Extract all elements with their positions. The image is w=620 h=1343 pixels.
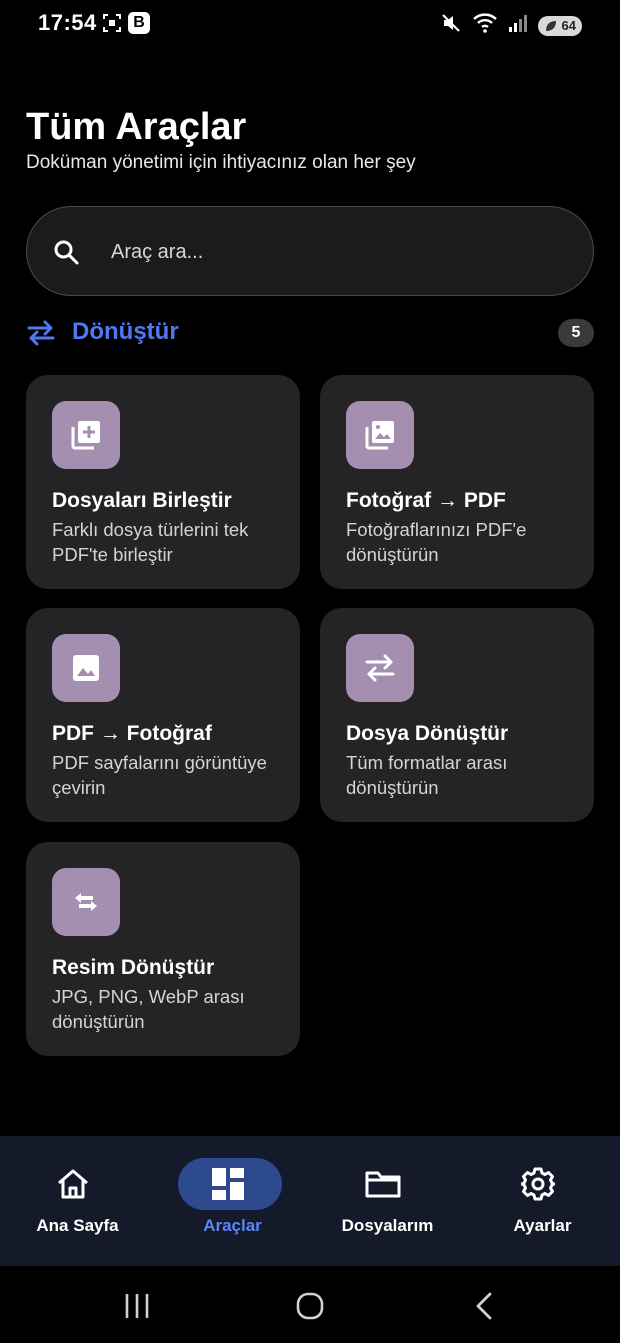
tool-card-file-convert[interactable]: Dosya Dönüştür Tüm formatlar arası dönüş… (320, 608, 594, 822)
tool-title: Dosyaları Birleştir (52, 489, 232, 512)
tool-description: JPG, PNG, WebP arası dönüştürün (52, 986, 245, 1032)
tool-card-image-convert[interactable]: Resim Dönüştür JPG, PNG, WebP arası dönü… (26, 842, 300, 1056)
page-subtitle: Doküman yönetimi için ihtiyacınız olan h… (26, 152, 416, 173)
signal-icon (508, 13, 528, 38)
nav-item-settings[interactable]: Ayarlar (465, 1136, 620, 1266)
battery-icon: 64 (538, 15, 582, 36)
wifi-icon (472, 12, 498, 39)
status-time: 17:54 (38, 10, 97, 35)
dashboard-icon (208, 1164, 248, 1204)
page-title: Tüm Araçlar (26, 106, 247, 148)
section-count-badge: 5 (558, 319, 594, 347)
search-icon (53, 239, 79, 270)
recents-icon[interactable] (117, 1288, 157, 1324)
mute-icon (440, 12, 462, 39)
tool-title: Resim Dönüştür (52, 956, 215, 979)
nav-label: Ana Sayfa (36, 1216, 119, 1235)
photo-library-icon (346, 401, 414, 469)
section-title: Dönüştür (72, 318, 179, 345)
b-badge: B (128, 12, 150, 34)
tool-description: PDF sayfalarını görüntüye çevirin (52, 752, 267, 798)
tool-card-pdf-to-photo[interactable]: PDF → Fotoğraf PDF sayfalarını görüntüye… (26, 608, 300, 822)
tool-description: Fotoğraflarınızı PDF'e dönüştürün (346, 519, 527, 565)
nav-label: Araçlar (203, 1216, 262, 1235)
battery-level: 64 (561, 18, 576, 33)
system-nav-bar (0, 1266, 620, 1343)
swap-icon (26, 320, 56, 351)
search-bar[interactable] (26, 206, 594, 296)
tool-title: PDF → Fotoğraf (52, 722, 212, 745)
swap-horizontal-icon (346, 634, 414, 702)
bottom-nav: Ana Sayfa Araçlar Dosyalarım Ayarlar (0, 1136, 620, 1266)
back-icon[interactable] (464, 1288, 504, 1324)
add-to-stack-icon (52, 401, 120, 469)
screenshot-icon (102, 13, 122, 33)
tool-description: Tüm formatlar arası dönüştürün (346, 752, 508, 798)
home-icon (53, 1164, 93, 1204)
folder-icon (363, 1164, 403, 1204)
tool-card-photo-to-pdf[interactable]: Fotoğraf → PDF Fotoğraflarınızı PDF'e dö… (320, 375, 594, 589)
swap-arrows-icon (52, 868, 120, 936)
nav-item-tools[interactable]: Araçlar (155, 1136, 310, 1266)
tool-card-merge-files[interactable]: Dosyaları Birleştir Farklı dosya türleri… (26, 375, 300, 589)
nav-item-home[interactable]: Ana Sayfa (0, 1136, 155, 1266)
tool-title: Dosya Dönüştür (346, 722, 509, 745)
nav-item-files[interactable]: Dosyalarım (310, 1136, 465, 1266)
section-header: Dönüştür 5 (26, 316, 594, 350)
tool-description: Farklı dosya türlerini tek PDF'te birleş… (52, 519, 249, 565)
home-circle-icon[interactable] (290, 1288, 330, 1324)
search-input[interactable] (109, 231, 553, 273)
gear-icon (518, 1164, 558, 1204)
nav-label: Dosyalarım (341, 1216, 434, 1235)
tool-title: Fotoğraf → PDF (346, 489, 506, 512)
image-icon (52, 634, 120, 702)
nav-label: Ayarlar (513, 1216, 572, 1235)
status-bar: 17:54 B 64 (0, 0, 620, 50)
